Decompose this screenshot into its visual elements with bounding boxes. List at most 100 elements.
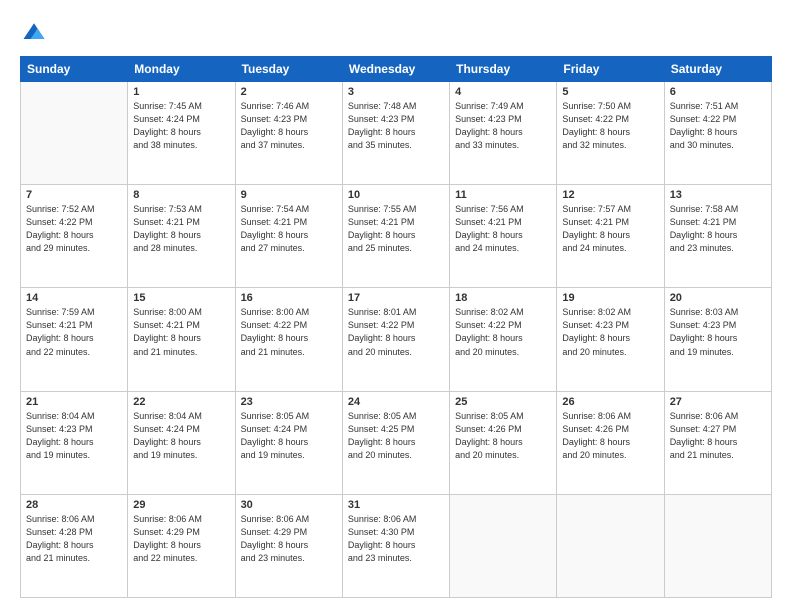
day-number: 25 — [455, 396, 551, 408]
calendar-cell: 10Sunrise: 7:55 AMSunset: 4:21 PMDayligh… — [342, 185, 449, 288]
day-number: 27 — [670, 396, 766, 408]
cell-details: Sunrise: 7:54 AMSunset: 4:21 PMDaylight:… — [241, 203, 337, 255]
calendar-cell: 12 Sunrise: 7:57 AMSunset: 4:21 PMDayligh… — [557, 185, 664, 288]
col-header-saturday: Saturday — [664, 57, 771, 82]
calendar-cell: 22 Sunrise: 8:04 AMSunset: 4:24 PMDayligh… — [128, 391, 235, 494]
cell-details: Sunrise: 8:02 AMSunset: 4:22 PMDaylight:… — [455, 306, 551, 358]
calendar-cell: 20 Sunrise: 8:03 AMSunset: 4:23 PMDayligh… — [664, 288, 771, 391]
calendar-cell: 21 Sunrise: 8:04 AMSunset: 4:23 PMDayligh… — [21, 391, 128, 494]
cell-details: Sunrise: 8:05 AMSunset: 4:25 PMDaylight:… — [348, 410, 444, 462]
day-number: 29 — [133, 499, 229, 511]
col-header-tuesday: Tuesday — [235, 57, 342, 82]
cell-details: Sunrise: 8:03 AMSunset: 4:23 PMDaylight:… — [670, 306, 766, 358]
cell-details: Sunrise: 7:51 AMSunset: 4:22 PMDaylight:… — [670, 100, 766, 152]
col-header-sunday: Sunday — [21, 57, 128, 82]
cell-details: Sunrise: 8:00 AMSunset: 4:21 PMDaylight:… — [133, 306, 229, 358]
cell-details: Sunrise: 7:56 AMSunset: 4:21 PMDaylight:… — [455, 203, 551, 255]
day-number: 26 — [562, 396, 658, 408]
day-number: 4 — [455, 86, 551, 98]
day-number: 3 — [348, 86, 444, 98]
cell-details: Sunrise: 7:55 AMSunset: 4:21 PMDaylight:… — [348, 203, 444, 255]
calendar-cell: 31 Sunrise: 8:06 AMSunset: 4:30 PMDayligh… — [342, 494, 449, 597]
calendar-cell: 24 Sunrise: 8:05 AMSunset: 4:25 PMDayligh… — [342, 391, 449, 494]
week-row-3: 14Sunrise: 7:59 AMSunset: 4:21 PMDayligh… — [21, 288, 772, 391]
calendar-cell: 7Sunrise: 7:52 AMSunset: 4:22 PMDaylight… — [21, 185, 128, 288]
day-number: 13 — [670, 189, 766, 201]
calendar-cell: 23 Sunrise: 8:05 AMSunset: 4:24 PMDayligh… — [235, 391, 342, 494]
calendar-cell: 27 Sunrise: 8:06 AMSunset: 4:27 PMDayligh… — [664, 391, 771, 494]
day-number: 23 — [241, 396, 337, 408]
cell-details: Sunrise: 8:02 AMSunset: 4:23 PMDaylight:… — [562, 306, 658, 358]
week-row-4: 21 Sunrise: 8:04 AMSunset: 4:23 PMDayligh… — [21, 391, 772, 494]
day-number: 9 — [241, 189, 337, 201]
day-number: 24 — [348, 396, 444, 408]
cell-details: Sunrise: 8:01 AMSunset: 4:22 PMDaylight:… — [348, 306, 444, 358]
cell-details: Sunrise: 8:06 AMSunset: 4:28 PMDaylight:… — [26, 513, 122, 565]
calendar-cell: 4 Sunrise: 7:49 AMSunset: 4:23 PMDaylight… — [450, 82, 557, 185]
day-number: 19 — [562, 292, 658, 304]
cell-details: Sunrise: 7:45 AMSunset: 4:24 PMDaylight:… — [133, 100, 229, 152]
calendar-cell — [664, 494, 771, 597]
calendar-table: SundayMondayTuesdayWednesdayThursdayFrid… — [20, 56, 772, 598]
calendar-cell: 13 Sunrise: 7:58 AMSunset: 4:21 PMDayligh… — [664, 185, 771, 288]
cell-details: Sunrise: 7:46 AMSunset: 4:23 PMDaylight:… — [241, 100, 337, 152]
day-number: 31 — [348, 499, 444, 511]
calendar-page: SundayMondayTuesdayWednesdayThursdayFrid… — [0, 0, 792, 612]
calendar-cell: 3 Sunrise: 7:48 AMSunset: 4:23 PMDaylight… — [342, 82, 449, 185]
cell-details: Sunrise: 8:05 AMSunset: 4:24 PMDaylight:… — [241, 410, 337, 462]
day-number: 11 — [455, 189, 551, 201]
calendar-cell — [450, 494, 557, 597]
cell-details: Sunrise: 8:06 AMSunset: 4:30 PMDaylight:… — [348, 513, 444, 565]
cell-details: Sunrise: 8:00 AMSunset: 4:22 PMDaylight:… — [241, 306, 337, 358]
week-row-5: 28 Sunrise: 8:06 AMSunset: 4:28 PMDayligh… — [21, 494, 772, 597]
cell-details: Sunrise: 8:06 AMSunset: 4:26 PMDaylight:… — [562, 410, 658, 462]
day-number: 22 — [133, 396, 229, 408]
calendar-cell: 5Sunrise: 7:50 AMSunset: 4:22 PMDaylight… — [557, 82, 664, 185]
cell-details: Sunrise: 7:48 AMSunset: 4:23 PMDaylight:… — [348, 100, 444, 152]
logo — [20, 18, 52, 46]
calendar-cell: 6 Sunrise: 7:51 AMSunset: 4:22 PMDaylight… — [664, 82, 771, 185]
cell-details: Sunrise: 7:57 AMSunset: 4:21 PMDaylight:… — [562, 203, 658, 255]
cell-details: Sunrise: 8:04 AMSunset: 4:23 PMDaylight:… — [26, 410, 122, 462]
day-number: 20 — [670, 292, 766, 304]
cell-details: Sunrise: 7:49 AMSunset: 4:23 PMDaylight:… — [455, 100, 551, 152]
day-number: 30 — [241, 499, 337, 511]
cell-details: Sunrise: 8:06 AMSunset: 4:27 PMDaylight:… — [670, 410, 766, 462]
calendar-cell: 17 Sunrise: 8:01 AMSunset: 4:22 PMDayligh… — [342, 288, 449, 391]
week-row-2: 7Sunrise: 7:52 AMSunset: 4:22 PMDaylight… — [21, 185, 772, 288]
day-number: 14 — [26, 292, 122, 304]
cell-details: Sunrise: 8:06 AMSunset: 4:29 PMDaylight:… — [133, 513, 229, 565]
day-number: 12 — [562, 189, 658, 201]
day-number: 18 — [455, 292, 551, 304]
cell-details: Sunrise: 7:53 AMSunset: 4:21 PMDaylight:… — [133, 203, 229, 255]
logo-icon — [20, 18, 48, 46]
col-header-monday: Monday — [128, 57, 235, 82]
calendar-cell: 15Sunrise: 8:00 AMSunset: 4:21 PMDayligh… — [128, 288, 235, 391]
cell-details: Sunrise: 8:06 AMSunset: 4:29 PMDaylight:… — [241, 513, 337, 565]
day-number: 28 — [26, 499, 122, 511]
week-row-1: 1Sunrise: 7:45 AMSunset: 4:24 PMDaylight… — [21, 82, 772, 185]
calendar-cell — [557, 494, 664, 597]
col-header-friday: Friday — [557, 57, 664, 82]
calendar-cell: 8 Sunrise: 7:53 AMSunset: 4:21 PMDaylight… — [128, 185, 235, 288]
cell-details: Sunrise: 7:52 AMSunset: 4:22 PMDaylight:… — [26, 203, 122, 255]
calendar-cell: 1Sunrise: 7:45 AMSunset: 4:24 PMDaylight… — [128, 82, 235, 185]
calendar-cell — [21, 82, 128, 185]
calendar-cell: 16Sunrise: 8:00 AMSunset: 4:22 PMDayligh… — [235, 288, 342, 391]
day-number: 8 — [133, 189, 229, 201]
calendar-cell: 19 Sunrise: 8:02 AMSunset: 4:23 PMDayligh… — [557, 288, 664, 391]
cell-details: Sunrise: 8:04 AMSunset: 4:24 PMDaylight:… — [133, 410, 229, 462]
calendar-cell: 25 Sunrise: 8:05 AMSunset: 4:26 PMDayligh… — [450, 391, 557, 494]
calendar-cell: 14Sunrise: 7:59 AMSunset: 4:21 PMDayligh… — [21, 288, 128, 391]
calendar-cell: 29 Sunrise: 8:06 AMSunset: 4:29 PMDayligh… — [128, 494, 235, 597]
calendar-cell: 11 Sunrise: 7:56 AMSunset: 4:21 PMDayligh… — [450, 185, 557, 288]
day-number: 6 — [670, 86, 766, 98]
day-number: 21 — [26, 396, 122, 408]
cell-details: Sunrise: 7:58 AMSunset: 4:21 PMDaylight:… — [670, 203, 766, 255]
calendar-cell: 2Sunrise: 7:46 AMSunset: 4:23 PMDaylight… — [235, 82, 342, 185]
calendar-cell: 9 Sunrise: 7:54 AMSunset: 4:21 PMDaylight… — [235, 185, 342, 288]
day-number: 17 — [348, 292, 444, 304]
cell-details: Sunrise: 8:05 AMSunset: 4:26 PMDaylight:… — [455, 410, 551, 462]
col-header-wednesday: Wednesday — [342, 57, 449, 82]
header-row: SundayMondayTuesdayWednesdayThursdayFrid… — [21, 57, 772, 82]
